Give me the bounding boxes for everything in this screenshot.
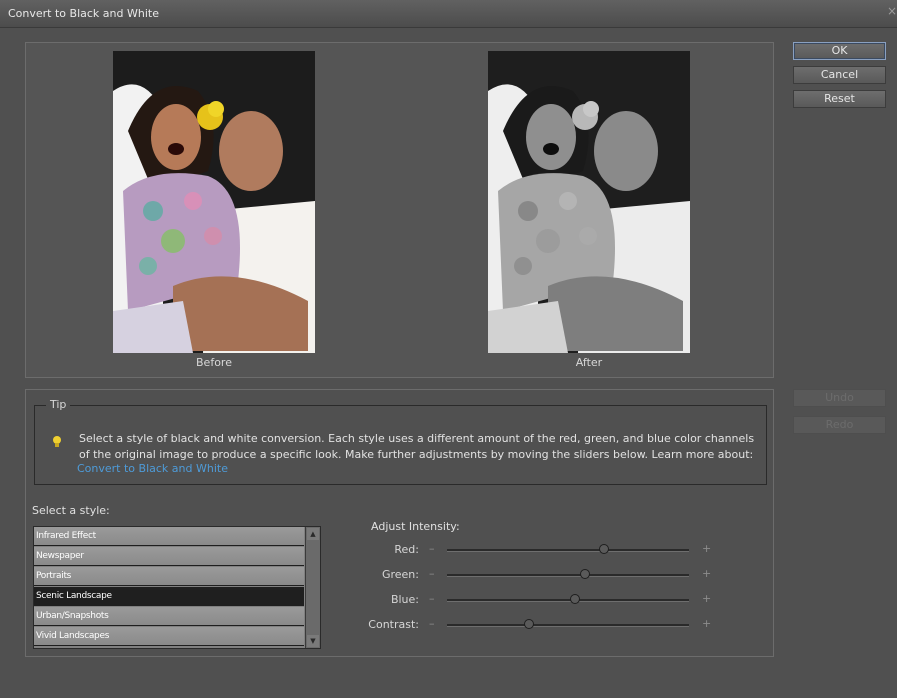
blue-slider-row: Blue: – + [356,591,716,609]
list-item[interactable]: Infrared Effect [34,527,304,546]
scroll-down-icon[interactable]: ▼ [307,635,319,647]
red-label: Red: [394,543,419,556]
lightbulb-icon [52,435,62,452]
plus-icon: + [702,567,712,580]
scroll-up-icon[interactable]: ▲ [307,528,319,540]
window-title: Convert to Black and White [8,7,159,20]
redo-button[interactable]: Redo [793,416,886,434]
green-slider-track[interactable] [447,574,689,577]
red-slider-track[interactable] [447,549,689,552]
preview-panel: Before After [25,42,774,378]
title-bar: Convert to Black and White × [0,0,897,28]
style-list[interactable]: Infrared Effect Newspaper Portraits Scen… [33,526,321,649]
green-slider-thumb[interactable] [579,569,590,579]
before-label: Before [196,356,232,369]
tip-box: Tip Select a style of black and white co… [34,398,767,485]
plus-icon: + [702,617,712,630]
list-scrollbar[interactable]: ▲ ▼ [305,527,320,648]
blue-label: Blue: [390,593,419,606]
after-image [488,51,690,353]
contrast-slider-track[interactable] [447,624,689,627]
blue-slider-thumb[interactable] [570,594,581,604]
red-slider-thumb[interactable] [599,544,610,554]
adjust-intensity-label: Adjust Intensity: [371,520,460,533]
minus-icon: – [429,542,435,555]
green-slider-row: Green: – + [356,566,716,584]
green-label: Green: [381,568,419,581]
contrast-slider-thumb[interactable] [524,619,535,629]
ok-button[interactable]: OK [793,42,886,60]
plus-icon: + [702,592,712,605]
undo-button[interactable]: Undo [793,389,886,407]
plus-icon: + [702,542,712,555]
minus-icon: – [429,617,435,630]
list-item[interactable]: Urban/Snapshots [34,607,304,626]
list-item[interactable]: Vivid Landscapes [34,627,304,646]
cancel-button[interactable]: Cancel [793,66,886,84]
close-icon[interactable]: × [887,4,897,18]
contrast-slider-row: Contrast: – + [356,616,716,634]
minus-icon: – [429,592,435,605]
blue-slider-track[interactable] [447,599,689,602]
settings-panel: Tip Select a style of black and white co… [25,389,774,657]
list-item-selected[interactable]: Scenic Landscape [34,587,304,606]
list-item[interactable]: Newspaper [34,547,304,566]
minus-icon: – [429,567,435,580]
before-image [113,51,315,353]
style-label: Select a style: [32,504,110,517]
red-slider-row: Red: – + [356,541,716,559]
list-item[interactable]: Portraits [34,567,304,586]
reset-button[interactable]: Reset [793,90,886,108]
contrast-label: Contrast: [368,618,419,631]
after-label: After [575,356,603,369]
tip-legend: Tip [46,398,71,411]
tip-text: Select a style of black and white conver… [79,432,755,461]
learn-more-link[interactable]: Convert to Black and White [77,462,228,475]
